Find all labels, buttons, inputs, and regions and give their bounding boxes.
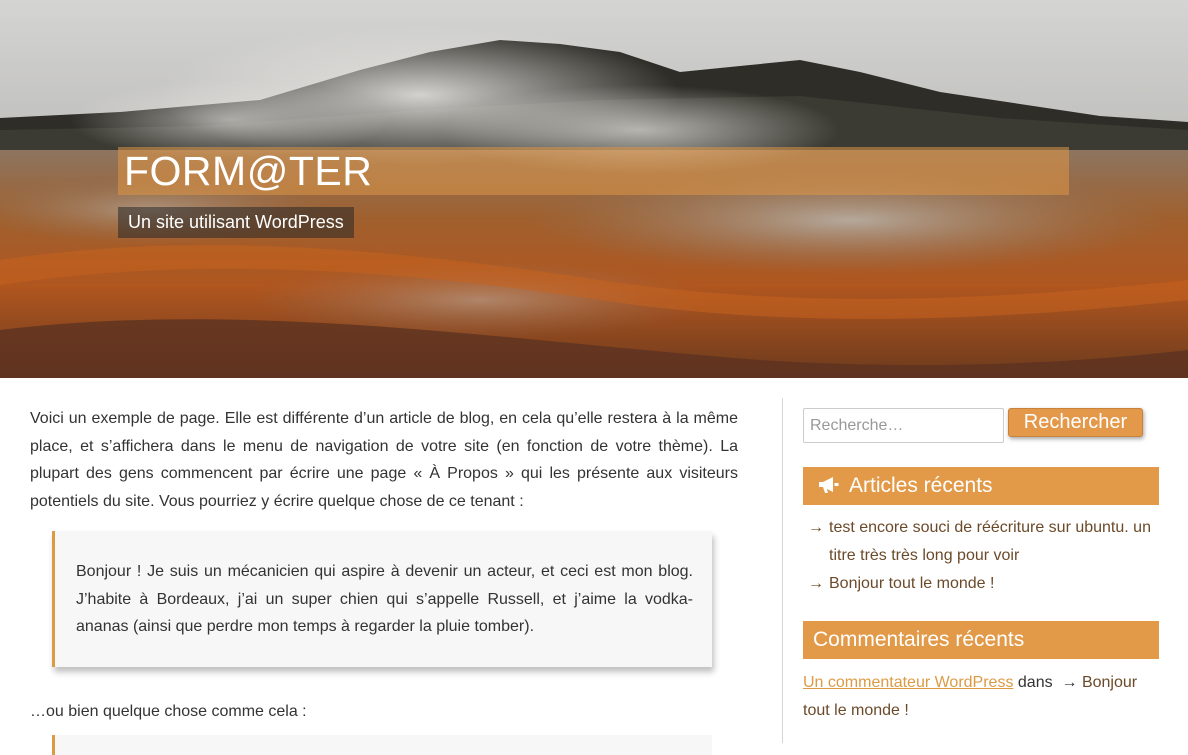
- blockquote-second: [52, 735, 712, 755]
- list-item: → Bonjour tout le monde !: [808, 570, 1158, 598]
- site-tagline: Un site utilisant WordPress: [118, 207, 354, 238]
- blockquote-text: Bonjour ! Je suis un mécanicien qui aspi…: [76, 563, 693, 635]
- recent-comments-title: Commentaires récents: [803, 621, 1159, 659]
- intro-paragraph: Voici un exemple de page. Elle est diffé…: [30, 410, 738, 510]
- list-item: → test encore souci de réécriture sur ub…: [808, 514, 1158, 570]
- megaphone-icon: [819, 477, 839, 493]
- page-content: Voici un exemple de page. Elle est diffé…: [30, 405, 738, 725]
- site-title[interactable]: FORM@TER: [124, 149, 372, 193]
- search-button[interactable]: Rechercher: [1008, 408, 1143, 437]
- arrow-right-icon: →: [1061, 674, 1078, 691]
- blockquote: Bonjour ! Je suis un mécanicien qui aspi…: [52, 531, 712, 667]
- recent-posts-title: Articles récents: [803, 467, 1159, 505]
- recent-post-link[interactable]: test encore souci de réécriture sur ubun…: [829, 519, 1151, 564]
- recent-posts-list: → test encore souci de réécriture sur ub…: [808, 514, 1158, 598]
- arrow-right-icon: →: [808, 575, 824, 592]
- arrow-right-icon: →: [808, 519, 824, 536]
- comment-author-link[interactable]: Un commentateur WordPress: [803, 674, 1013, 691]
- sidebar-divider: [782, 398, 783, 743]
- search-input[interactable]: [803, 408, 1004, 443]
- outro-paragraph: …ou bien quelque chose comme cela :: [30, 702, 307, 720]
- recent-comment: Un commentateur WordPress dans → Bonjour…: [803, 669, 1159, 725]
- comment-connector: dans: [1017, 674, 1053, 691]
- site-header: FORM@TER Un site utilisant WordPress: [0, 0, 1188, 378]
- recent-post-link[interactable]: Bonjour tout le monde !: [829, 575, 994, 592]
- recent-posts-title-text: Articles récents: [849, 474, 993, 497]
